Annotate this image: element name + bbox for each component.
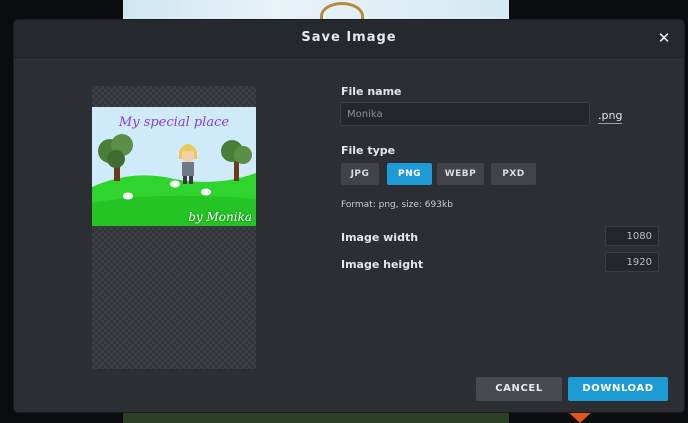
filetype-jpg-button[interactable]: JPG — [341, 163, 379, 185]
filetype-pxd-button[interactable]: PXD — [491, 163, 536, 185]
image-width-label: Image width — [341, 231, 419, 244]
preview-byline-text: by Monika — [188, 210, 252, 224]
filetype-webp-button[interactable]: WEBP — [437, 163, 484, 185]
preview-title-text: My special place — [118, 115, 230, 130]
filetype-label: File type — [341, 144, 396, 157]
background-canvas-bottom — [123, 411, 509, 423]
background-canvas — [123, 0, 509, 20]
preview-thumbnail: My special place by Monika — [92, 107, 256, 226]
image-height-label: Image height — [341, 258, 424, 271]
dialog-header: Save Image ✕ — [14, 20, 684, 58]
cancel-button[interactable]: CANCEL — [476, 377, 562, 401]
filename-input[interactable] — [340, 102, 590, 126]
filename-label: File name — [341, 85, 402, 98]
image-height-input[interactable] — [605, 252, 659, 272]
file-extension-label: .png — [598, 109, 623, 124]
image-preview: My special place by Monika — [92, 86, 256, 369]
image-width-input[interactable] — [605, 226, 659, 246]
format-info: Format: png, size: 693kb — [341, 200, 453, 210]
save-image-dialog: Save Image ✕ My special place by Monika … — [14, 20, 684, 412]
dialog-title: Save Image — [301, 30, 397, 45]
download-button[interactable]: DOWNLOAD — [568, 377, 668, 401]
filetype-png-button[interactable]: PNG — [387, 163, 432, 185]
close-icon[interactable]: ✕ — [654, 28, 674, 48]
